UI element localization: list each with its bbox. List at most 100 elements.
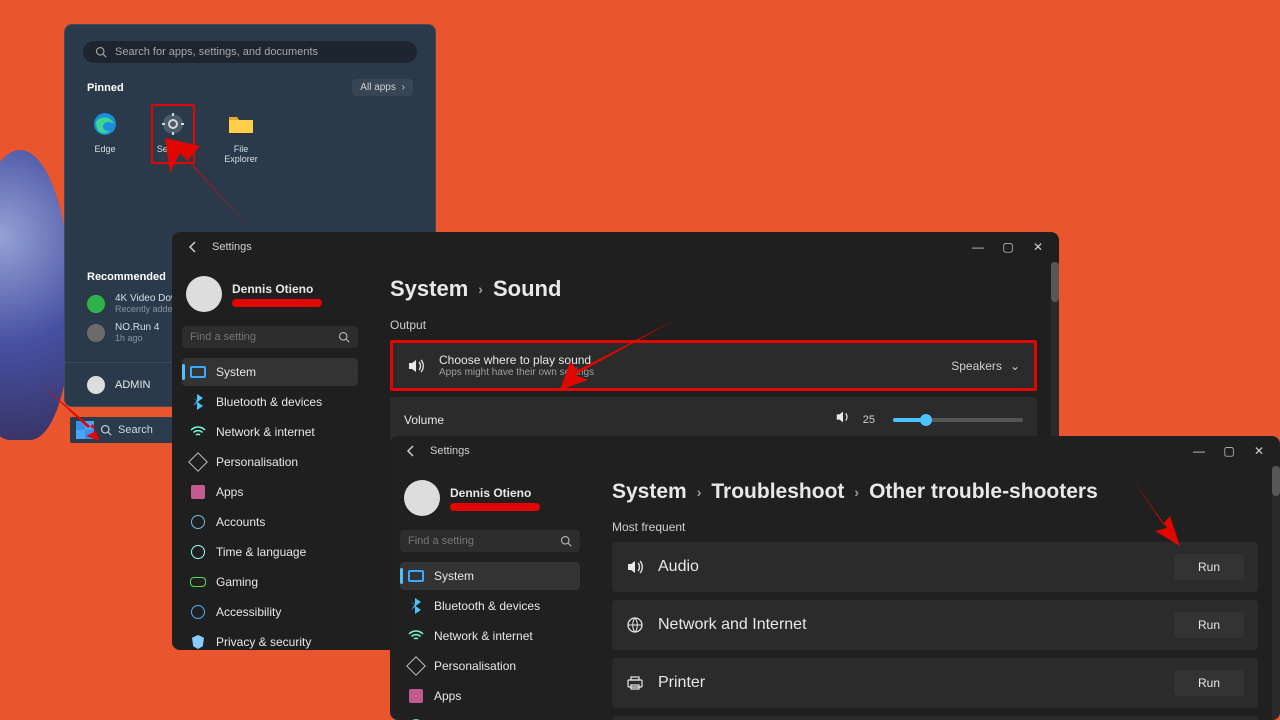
settings-troubleshoot-window: Settings — ▢ ✕ Dennis Otieno System Blu	[390, 436, 1280, 720]
slider-thumb[interactable]	[920, 414, 932, 426]
find-a-setting[interactable]	[182, 326, 358, 348]
run-button[interactable]: Run	[1174, 670, 1244, 696]
titlebar: Settings — ▢ ✕	[390, 436, 1280, 466]
back-button[interactable]	[184, 238, 202, 256]
recommended-item-label: 4K Video Dow	[115, 293, 178, 304]
close-button[interactable]: ✕	[1023, 232, 1053, 262]
nav-bluetooth[interactable]: Bluetooth & devices	[400, 592, 580, 620]
volume-slider[interactable]	[893, 418, 1023, 422]
user-name: Dennis Otieno	[450, 486, 540, 500]
troubleshooter-network: Network and Internet Run	[612, 600, 1258, 650]
nav-label: Time & language	[216, 545, 306, 559]
redacted-email	[232, 299, 322, 307]
app-icon	[87, 295, 105, 313]
find-a-setting[interactable]	[400, 530, 580, 552]
back-button[interactable]	[402, 442, 420, 460]
find-input[interactable]	[190, 331, 320, 343]
display-icon	[408, 568, 424, 584]
pinned-grid: Edge Settings File Explorer	[65, 102, 435, 170]
maximize-button[interactable]: ▢	[1214, 436, 1244, 466]
edge-icon	[91, 110, 119, 138]
pin-file-explorer[interactable]: File Explorer	[219, 108, 263, 164]
nav-system[interactable]: System	[182, 358, 358, 386]
printer-icon	[626, 674, 644, 692]
pin-edge[interactable]: Edge	[83, 108, 127, 164]
nav-apps[interactable]: Apps	[182, 478, 358, 506]
crumb-other: Other trouble-shooters	[869, 480, 1098, 504]
pin-label: Edge	[94, 144, 115, 154]
pin-settings[interactable]: Settings	[151, 104, 195, 164]
crumb-troubleshoot[interactable]: Troubleshoot	[711, 480, 844, 504]
nav-apps[interactable]: Apps	[400, 682, 580, 710]
nav-privacy[interactable]: Privacy & security	[182, 628, 358, 650]
nav-label: Bluetooth & devices	[216, 395, 322, 409]
output-device-card[interactable]: Choose where to play sound Apps might ha…	[390, 340, 1037, 391]
troubleshooter-printer: Printer Run	[612, 658, 1258, 708]
all-apps-label: All apps	[360, 82, 396, 93]
pinned-label: Pinned	[87, 82, 124, 94]
nav-gaming[interactable]: Gaming	[182, 568, 358, 596]
nav-accounts[interactable]: Accounts	[182, 508, 358, 536]
recommended-item-label: NO.Run 4	[115, 322, 159, 333]
footer-username: ADMIN	[115, 379, 150, 391]
taskbar-search-label[interactable]: Search	[118, 424, 153, 436]
start-search-placeholder: Search for apps, settings, and documents	[115, 46, 318, 58]
minimize-button[interactable]: —	[963, 232, 993, 262]
nav-network[interactable]: Network & internet	[400, 622, 580, 650]
brush-icon	[408, 658, 424, 674]
close-button[interactable]: ✕	[1244, 436, 1274, 466]
speaker-icon[interactable]	[835, 409, 851, 430]
user-avatar[interactable]	[87, 376, 105, 394]
chevron-right-icon: ›	[697, 484, 702, 500]
settings-icon	[159, 110, 187, 138]
nav-label: Privacy & security	[216, 635, 311, 649]
nav-accessibility[interactable]: Accessibility	[182, 598, 358, 626]
start-button[interactable]	[76, 421, 94, 439]
breadcrumb: System › Sound	[390, 276, 1037, 302]
recommended-item-sub: Recently adde	[115, 304, 178, 314]
run-button[interactable]: Run	[1174, 612, 1244, 638]
nav-label: Accounts	[216, 515, 265, 529]
start-search[interactable]: Search for apps, settings, and documents	[83, 41, 417, 63]
all-apps-button[interactable]: All apps ›	[352, 79, 413, 96]
search-icon	[100, 424, 112, 436]
settings-nav: System Bluetooth & devices Network & int…	[400, 562, 580, 720]
nav-time-language[interactable]: Time & language	[182, 538, 358, 566]
search-icon	[560, 535, 572, 547]
nav-network[interactable]: Network & internet	[182, 418, 358, 446]
search-icon	[338, 331, 350, 343]
crumb-system[interactable]: System	[612, 480, 687, 504]
user-icon	[190, 514, 206, 530]
ts-label: Network and Internet	[658, 616, 807, 634]
apps-icon	[408, 688, 424, 704]
shield-icon	[190, 634, 206, 650]
redacted-email	[450, 503, 540, 511]
nav-bluetooth[interactable]: Bluetooth & devices	[182, 388, 358, 416]
user-row[interactable]: Dennis Otieno	[404, 480, 576, 516]
scrollbar-thumb[interactable]	[1272, 466, 1280, 496]
scrollbar[interactable]	[1272, 466, 1280, 720]
apps-icon	[190, 484, 206, 500]
nav-system[interactable]: System	[400, 562, 580, 590]
nav-accounts[interactable]: Accounts	[400, 712, 580, 720]
pin-label: Settings	[157, 144, 190, 154]
output-card-value: Speakers	[951, 359, 1002, 373]
nav-personalisation[interactable]: Personalisation	[182, 448, 358, 476]
nav-label: Network & internet	[434, 629, 533, 643]
maximize-button[interactable]: ▢	[993, 232, 1023, 262]
window-title: Settings	[430, 445, 470, 457]
volume-value: 25	[863, 414, 875, 426]
wifi-icon	[408, 628, 424, 644]
nav-label: System	[216, 365, 256, 379]
scrollbar-thumb[interactable]	[1051, 262, 1059, 302]
chevron-down-icon: ⌄	[1010, 359, 1020, 373]
speaker-icon	[407, 357, 425, 375]
window-title: Settings	[212, 241, 252, 253]
run-button[interactable]: Run	[1174, 554, 1244, 580]
user-row[interactable]: Dennis Otieno	[186, 276, 354, 312]
minimize-button[interactable]: —	[1184, 436, 1214, 466]
find-input[interactable]	[408, 535, 538, 547]
crumb-system[interactable]: System	[390, 276, 468, 302]
wifi-icon	[190, 424, 206, 440]
nav-personalisation[interactable]: Personalisation	[400, 652, 580, 680]
